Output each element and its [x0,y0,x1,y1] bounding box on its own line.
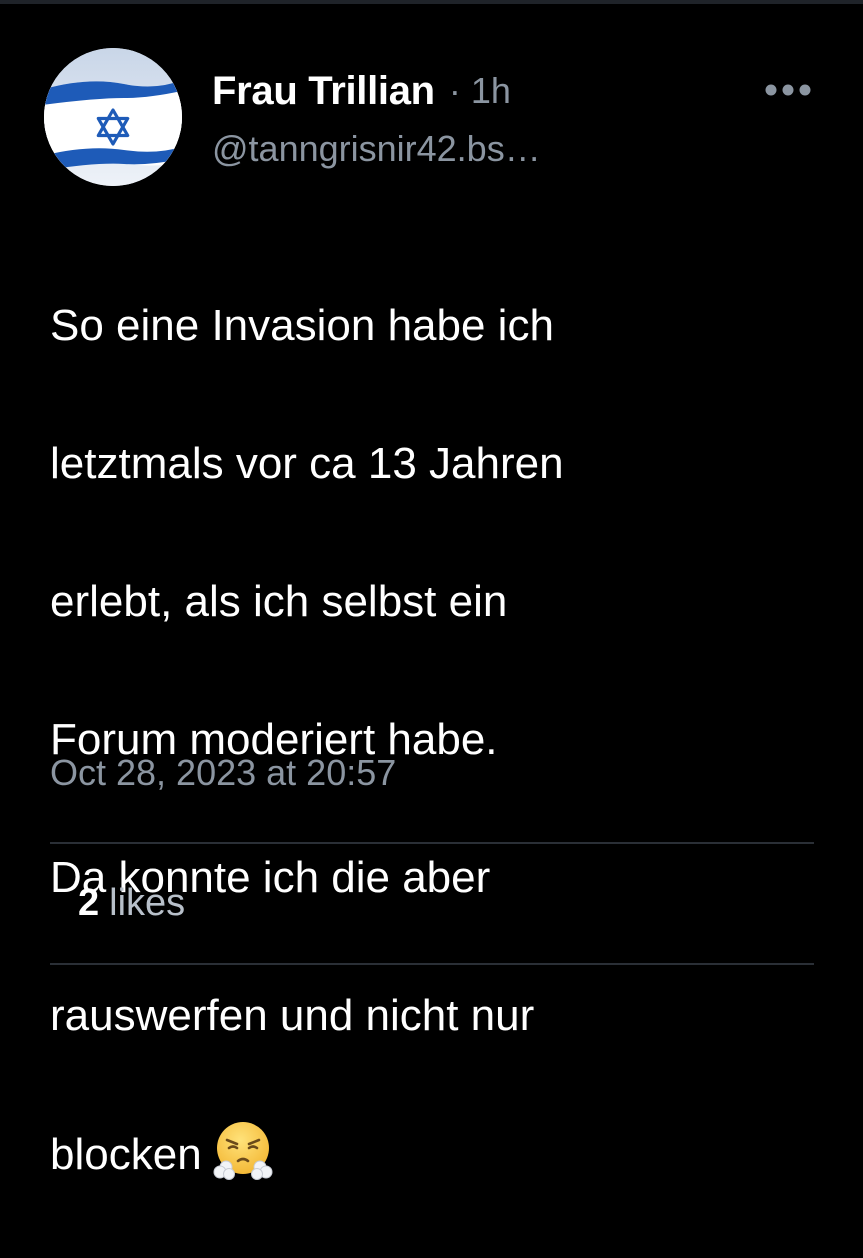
author-display-name[interactable]: Frau Trillian [212,69,435,114]
likes-count: 2 [78,882,100,924]
top-border [0,0,863,4]
post-text-line: So eine Invasion habe ich [50,301,554,350]
face-with-steam-emoji-icon [212,1119,274,1181]
post-text-line: blocken [50,1130,202,1179]
post-timestamp: Oct 28, 2023 at 20:57 [50,752,397,793]
post-text: So eine Invasion habe ich letztmals vor … [50,222,830,1258]
likes-label: likes [109,882,186,924]
israel-flag-icon [44,48,182,186]
meta-separator: · [448,70,461,111]
author-avatar[interactable] [44,48,182,186]
author-line: Frau Trillian · 1h [212,62,511,120]
more-options-button[interactable] [760,72,816,108]
divider [50,842,814,844]
post-text-line: rauswerfen und nicht nur [50,991,535,1040]
author-handle[interactable]: @tanngrisnir42.bs… [212,128,541,170]
post-text-last-line: blocken [50,1119,830,1189]
likes-counter[interactable]: 2 likes [78,882,185,925]
post-text-line: erlebt, als ich selbst ein [50,577,508,626]
ellipsis-icon [765,84,811,96]
divider [50,963,814,965]
post-text-line: letztmals vor ca 13 Jahren [50,439,564,488]
relative-timestamp[interactable]: 1h [471,70,511,112]
